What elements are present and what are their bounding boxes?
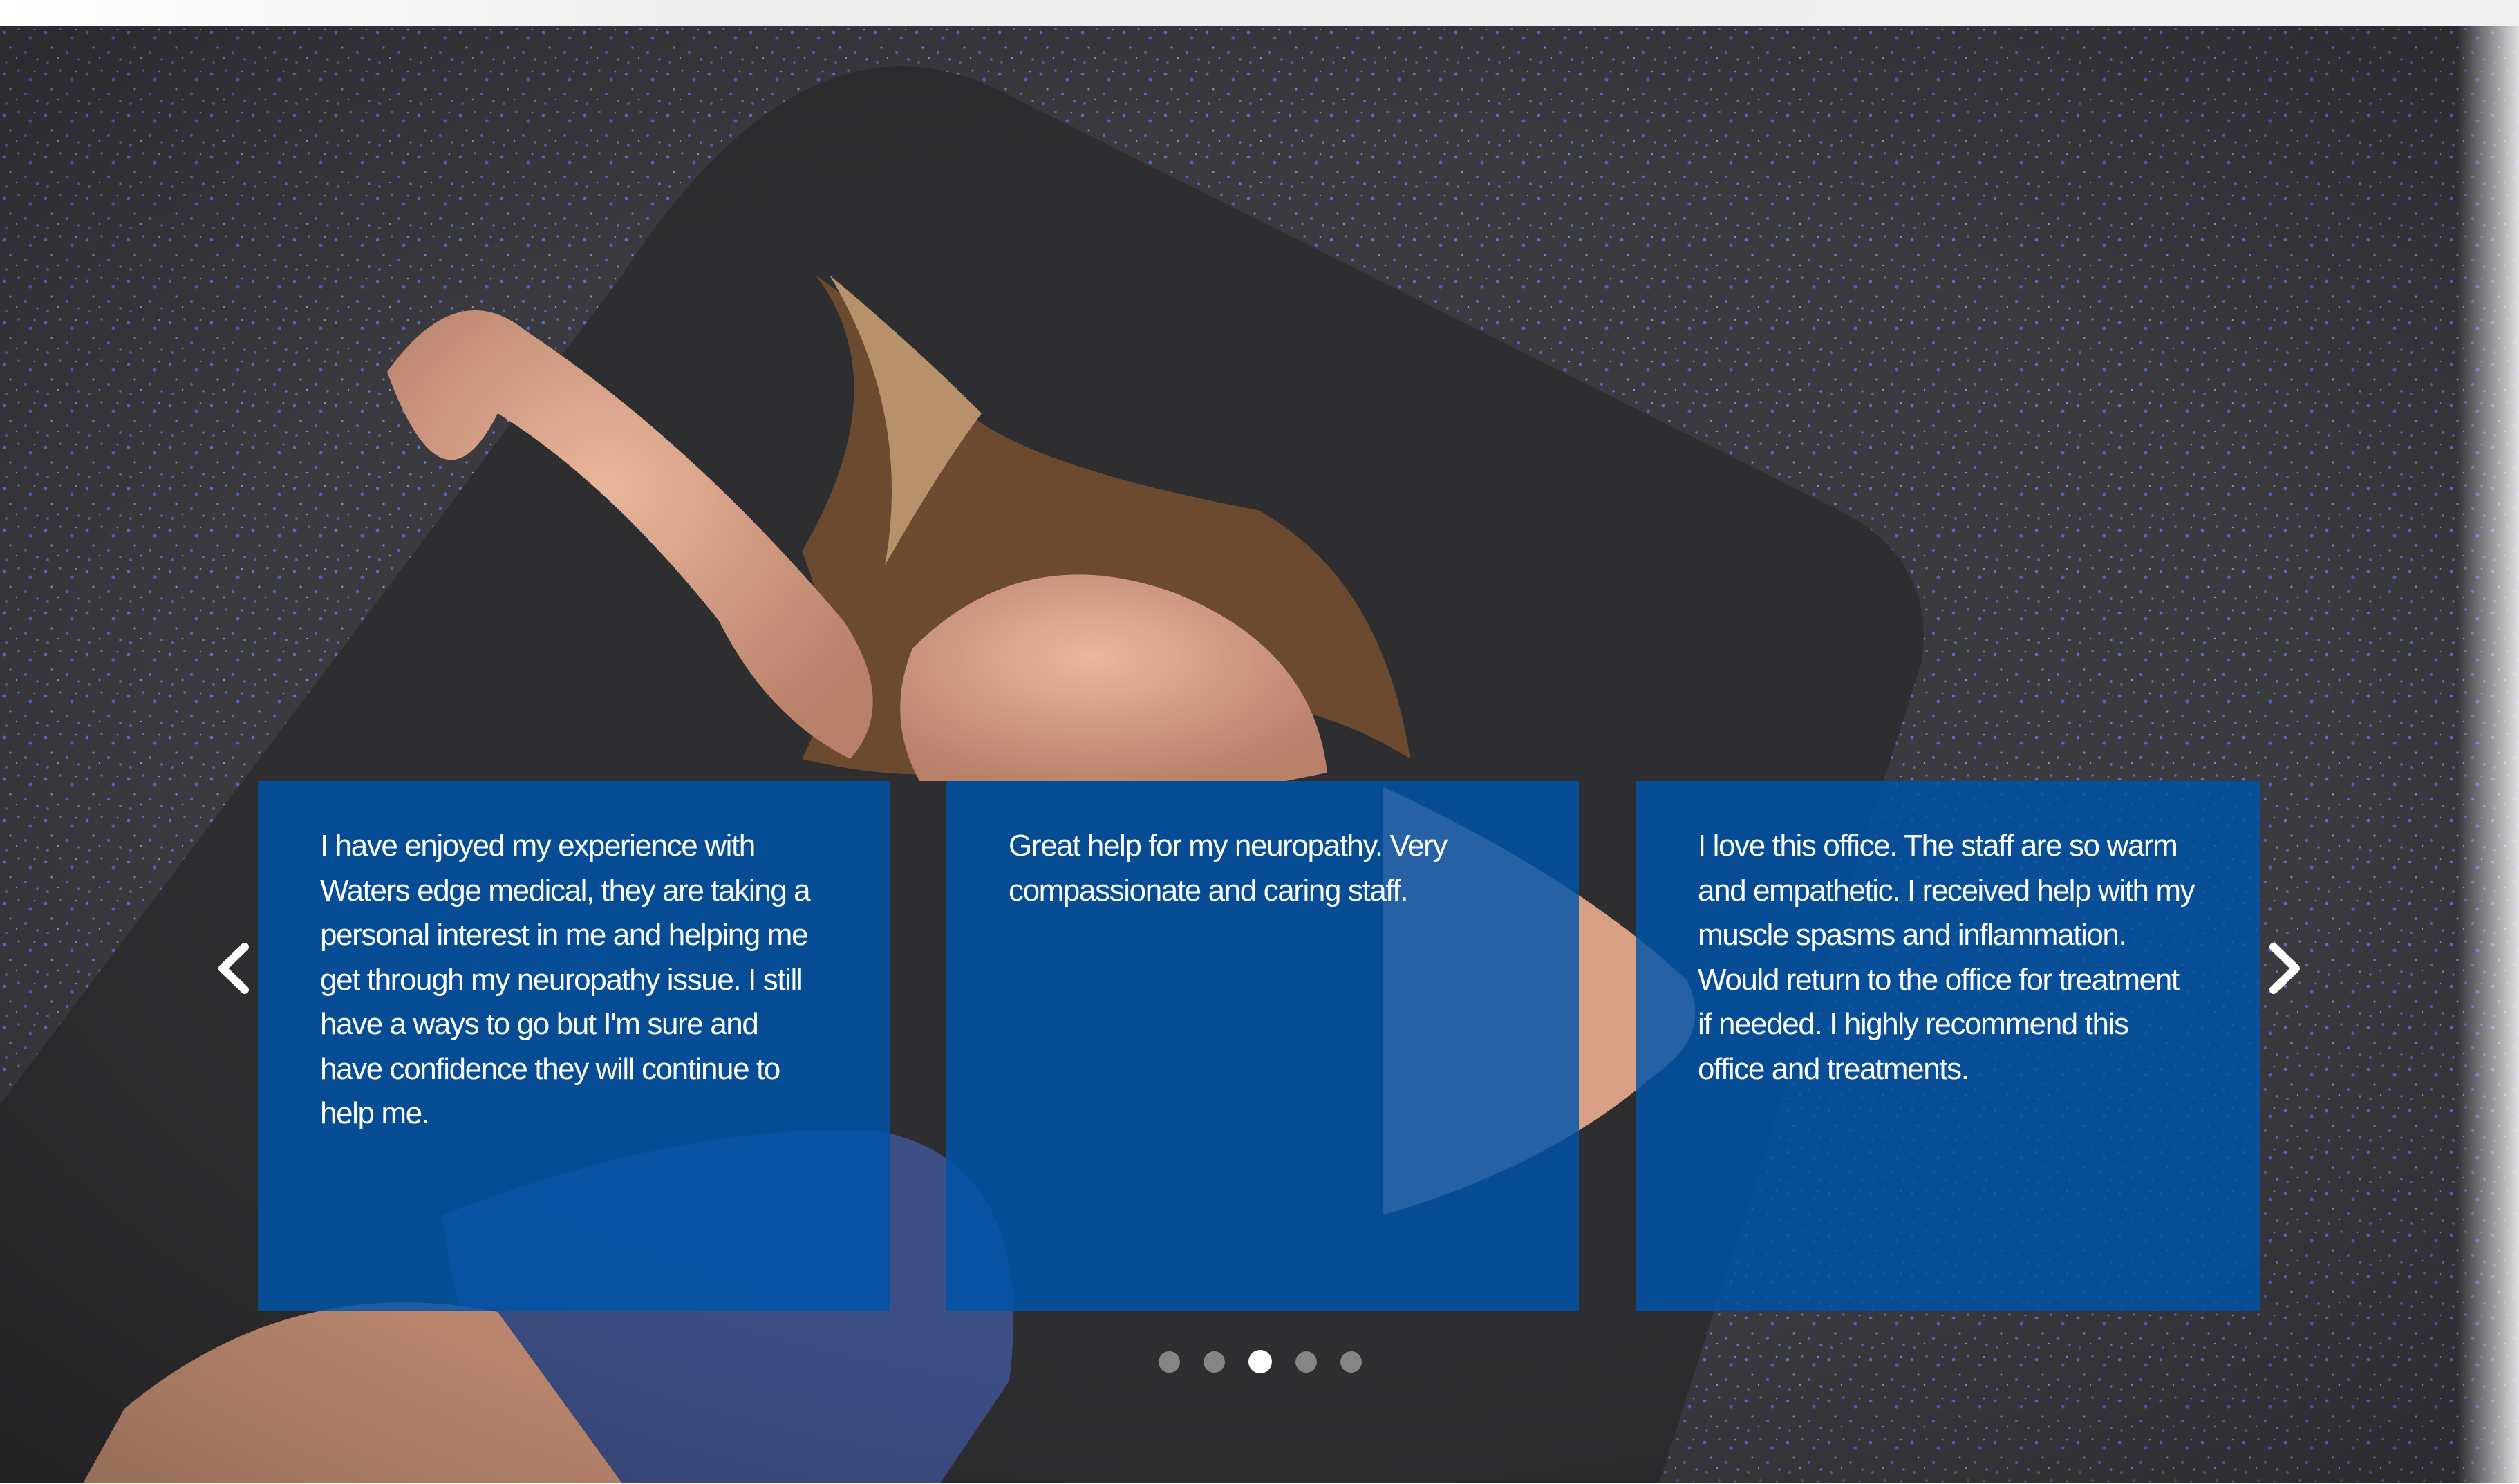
- carousel-dots: [1159, 1348, 1362, 1375]
- testimonial-card: I have enjoyed my experience with Waters…: [258, 781, 890, 1311]
- testimonial-card: Great help for my neuropathy. Very compa…: [946, 781, 1579, 1311]
- top-strip: [0, 0, 2519, 26]
- carousel-dot-4[interactable]: [1295, 1351, 1317, 1373]
- carousel-dot-3-active[interactable]: [1248, 1350, 1272, 1373]
- testimonials-hero: I have enjoyed my experience with Waters…: [0, 26, 2519, 1483]
- carousel-next-button[interactable]: [2261, 937, 2310, 999]
- testimonial-text: I have enjoyed my experience with Waters…: [320, 829, 811, 1130]
- carousel-dot-1[interactable]: [1159, 1351, 1180, 1373]
- page: I have enjoyed my experience with Waters…: [0, 0, 2519, 1484]
- testimonial-text: I love this office. The staff are so war…: [1698, 829, 2195, 1086]
- carousel-dot-2[interactable]: [1204, 1351, 1225, 1373]
- testimonial-text: Great help for my neuropathy. Very compa…: [1009, 829, 1448, 908]
- testimonial-card: I love this office. The staff are so war…: [1636, 781, 2260, 1311]
- hero-right-fade: [2457, 26, 2519, 1483]
- carousel-dot-5[interactable]: [1340, 1351, 1362, 1373]
- chevron-left-icon: [218, 943, 249, 994]
- carousel-prev-button[interactable]: [209, 937, 257, 999]
- chevron-right-icon: [2269, 943, 2300, 994]
